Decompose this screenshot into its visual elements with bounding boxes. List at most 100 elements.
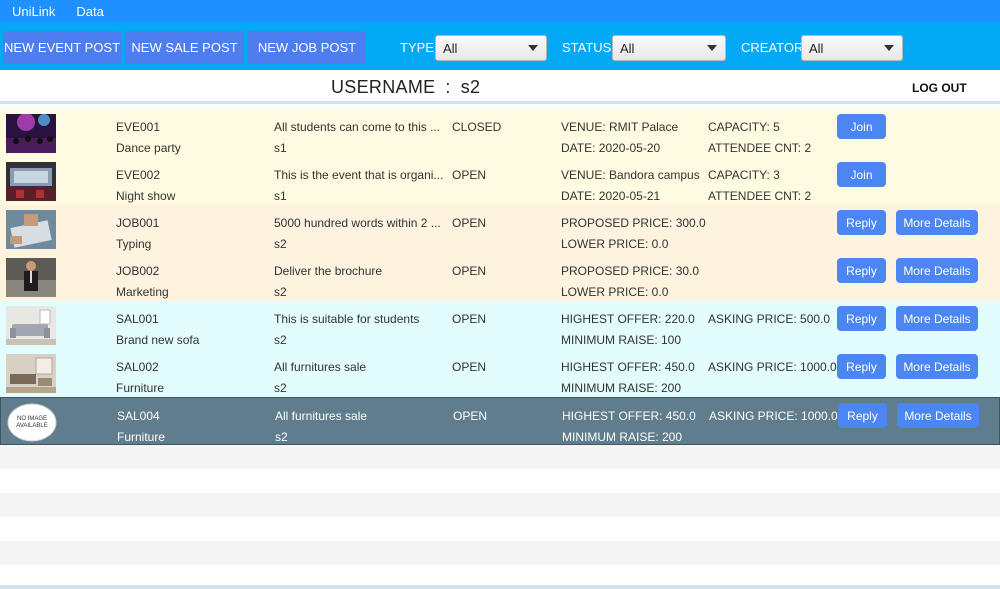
post-detail-2: LOWER PRICE: 0.0	[561, 285, 669, 299]
username-separator: :	[445, 77, 451, 97]
more-details-button[interactable]: More Details	[896, 354, 978, 379]
chevron-down-icon	[707, 45, 717, 51]
post-status: OPEN	[452, 264, 487, 278]
post-id: JOB002	[116, 264, 160, 278]
post-description: This is suitable for students	[274, 312, 420, 326]
post-detail-2: MINIMUM RAISE: 100	[561, 333, 682, 347]
menu-data[interactable]: Data	[67, 4, 112, 19]
list-item[interactable]: NO IMAGE AVAILABLE SAL004 Furniture All fur…	[0, 397, 1000, 445]
reply-button[interactable]: Reply	[838, 403, 887, 428]
post-detail-3: ASKING PRICE: 1000.0	[708, 360, 837, 374]
menu-unilink[interactable]: UniLink	[3, 4, 64, 19]
logout-button[interactable]: LOG OUT	[912, 81, 967, 95]
post-title: Brand new sofa	[116, 333, 200, 347]
toolbar: NEW EVENT POST NEW SALE POST NEW JOB POS…	[0, 22, 1000, 70]
post-description: All students can come to this ...	[274, 120, 441, 134]
post-creator: s1	[274, 141, 287, 155]
post-detail-1: VENUE: Bandora campus	[561, 168, 700, 182]
post-creator: s2	[274, 285, 287, 299]
join-button[interactable]: Join	[837, 162, 886, 187]
post-id: SAL002	[116, 360, 159, 374]
no-image-icon: NO IMAGE AVAILABLE	[7, 403, 57, 442]
post-title: Dance party	[116, 141, 181, 155]
new-event-post-button[interactable]: NEW EVENT POST	[3, 31, 121, 64]
username-value: s2	[460, 77, 481, 97]
post-image	[6, 258, 56, 297]
post-title: Typing	[116, 237, 152, 251]
post-status: OPEN	[452, 216, 487, 230]
post-id: SAL004	[117, 409, 160, 423]
post-creator: s2	[274, 381, 287, 395]
post-detail-1: PROPOSED PRICE: 300.0	[561, 216, 706, 230]
type-filter-select[interactable]: All	[435, 35, 547, 61]
post-status: OPEN	[452, 360, 487, 374]
post-image	[6, 210, 56, 249]
empty-row	[0, 517, 1000, 541]
user-bar: USERNAME: s2 LOG OUT	[0, 70, 1000, 104]
post-status: OPEN	[452, 168, 487, 182]
post-detail-1: PROPOSED PRICE: 30.0	[561, 264, 700, 278]
status-filter-label: STATUS :	[562, 40, 619, 55]
list-item[interactable]: SAL001 Brand new sofa This is suitable for…	[0, 301, 1000, 349]
more-details-button[interactable]: More Details	[896, 306, 978, 331]
more-details-button[interactable]: More Details	[896, 210, 978, 235]
status-filter-select[interactable]: All	[612, 35, 726, 61]
list-item[interactable]: EVE002 Night show This is the event that i…	[0, 157, 1000, 205]
list-item[interactable]: SAL002 Furniture All furnitures sale s2 OPEN…	[0, 349, 1000, 397]
chevron-down-icon	[884, 45, 894, 51]
post-id: JOB001	[116, 216, 160, 230]
post-detail-3: CAPACITY: 5	[708, 120, 780, 134]
post-id: EVE001	[116, 120, 161, 134]
post-status: OPEN	[452, 312, 487, 326]
post-detail-2: DATE: 2020-05-21	[561, 189, 661, 203]
empty-row	[0, 493, 1000, 517]
list-item[interactable]: JOB001 Typing 5000 hundred words within 2 …	[0, 205, 1000, 253]
bottom-border	[0, 585, 1000, 589]
post-id: SAL001	[116, 312, 159, 326]
post-detail-4: ATTENDEE CNT: 2	[708, 189, 812, 203]
post-creator: s2	[274, 333, 287, 347]
post-detail-1: HIGHEST OFFER: 450.0	[561, 360, 695, 374]
post-title: Night show	[116, 189, 176, 203]
post-detail-1: HIGHEST OFFER: 220.0	[561, 312, 695, 326]
creator-filter-select[interactable]: All	[801, 35, 903, 61]
chevron-down-icon	[528, 45, 538, 51]
post-detail-2: LOWER PRICE: 0.0	[561, 237, 669, 251]
list-item[interactable]: EVE001 Dance party All students can come t…	[0, 109, 1000, 157]
post-detail-3: ASKING PRICE: 500.0	[708, 312, 831, 326]
more-details-button[interactable]: More Details	[896, 258, 978, 283]
post-detail-1: VENUE: RMIT Palace	[561, 120, 679, 134]
post-image	[6, 354, 56, 393]
post-creator: s2	[275, 430, 288, 444]
more-details-button[interactable]: More Details	[897, 403, 979, 428]
list-item[interactable]: JOB002 Marketing Deliver the brochure s2 OPE…	[0, 253, 1000, 301]
post-description: All furnitures sale	[275, 409, 368, 423]
reply-button[interactable]: Reply	[837, 354, 886, 379]
reply-button[interactable]: Reply	[837, 306, 886, 331]
post-detail-2: DATE: 2020-05-20	[561, 141, 661, 155]
post-description: All furnitures sale	[274, 360, 367, 374]
username-label: USERNAME	[331, 77, 436, 97]
post-image	[6, 114, 56, 153]
post-list: EVE001 Dance party All students can come t…	[0, 109, 1000, 589]
reply-button[interactable]: Reply	[837, 258, 886, 283]
post-creator: s2	[274, 237, 287, 251]
join-button[interactable]: Join	[837, 114, 886, 139]
post-description: 5000 hundred words within 2 ...	[274, 216, 441, 230]
post-description: Deliver the brochure	[274, 264, 383, 278]
post-detail-4: ATTENDEE CNT: 2	[708, 141, 812, 155]
no-image-text: NO IMAGE AVAILABLE	[16, 416, 48, 429]
menu-bar: UniLink Data	[0, 0, 1000, 22]
new-job-post-button[interactable]: NEW JOB POST	[248, 31, 366, 64]
empty-row	[0, 469, 1000, 493]
post-image	[6, 306, 56, 345]
empty-row	[0, 541, 1000, 565]
post-detail-3: ASKING PRICE: 1000.0	[709, 409, 838, 423]
post-detail-2: MINIMUM RAISE: 200	[562, 430, 683, 444]
status-filter-value: All	[620, 40, 635, 56]
username-display: USERNAME: s2	[331, 77, 480, 98]
new-sale-post-button[interactable]: NEW SALE POST	[125, 31, 244, 64]
post-description: This is the event that is organi...	[274, 168, 444, 182]
empty-row	[0, 445, 1000, 469]
reply-button[interactable]: Reply	[837, 210, 886, 235]
